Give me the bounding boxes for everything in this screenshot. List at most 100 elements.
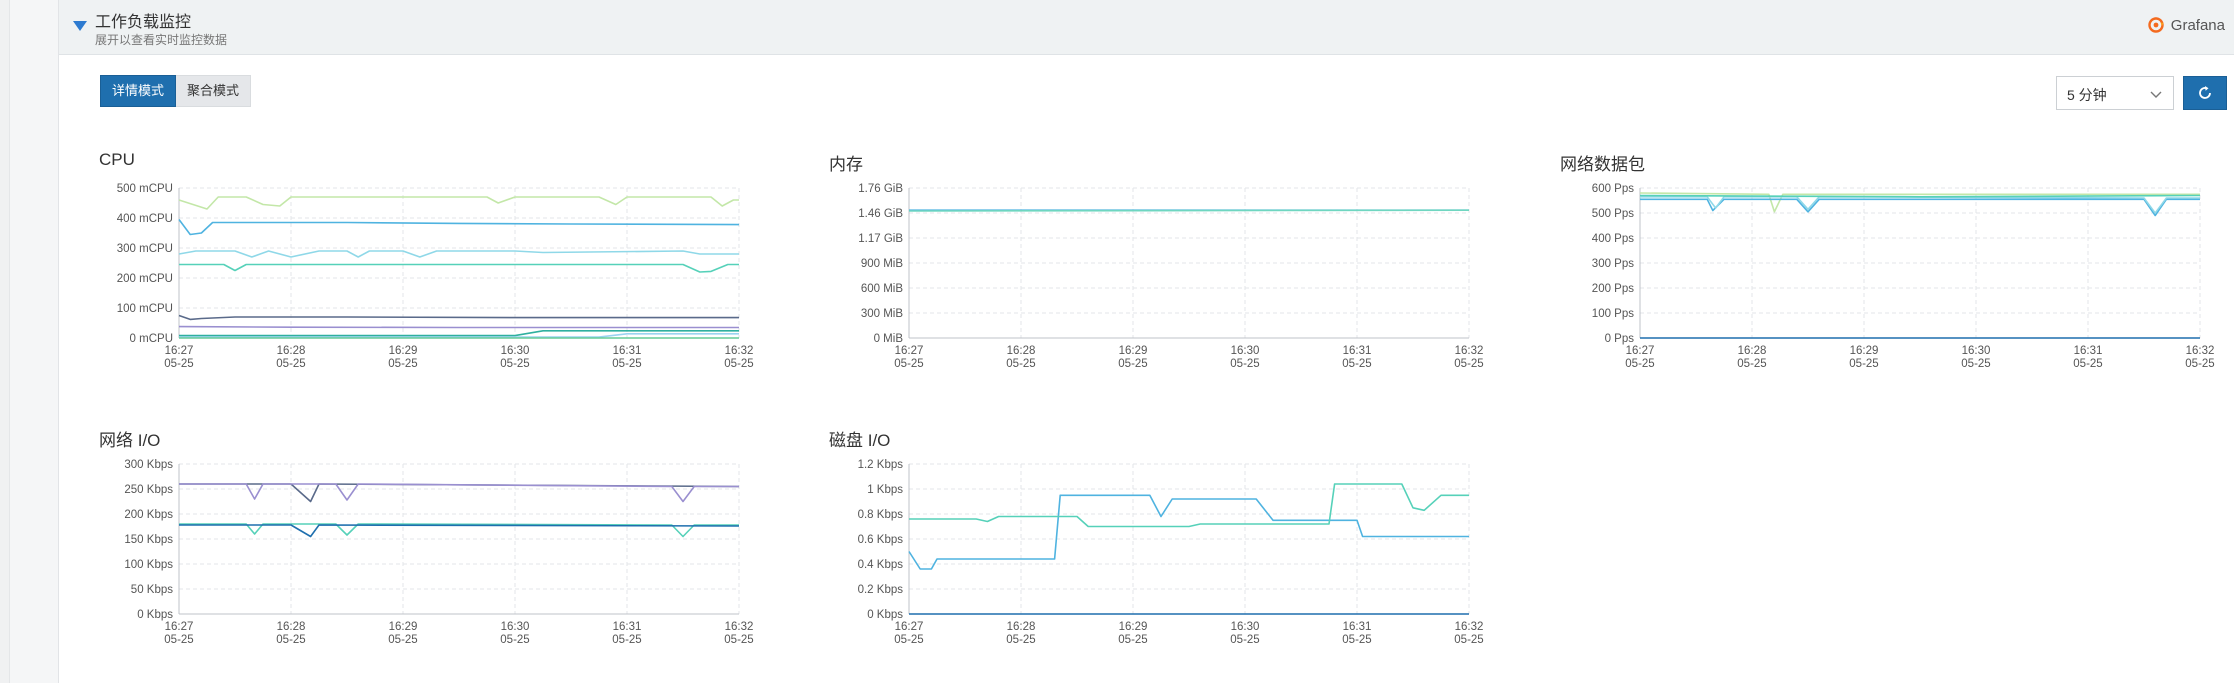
chart-svg-network-io: 0 Kbps 50 Kbps 100 Kbps 150 Kbps 200 Kbps 250… (124, 459, 754, 646)
y-tick-label: 1.46 GiB (858, 208, 903, 220)
x-tick-date: 05-25 (388, 358, 417, 370)
chart-svg-disk-io: 0 Kbps 0.2 Kbps 0.4 Kbps 0.6 Kbps 0.8 Kbps 1 … (858, 459, 1484, 646)
x-tick-date: 05-25 (500, 358, 529, 370)
y-tick-label: 200 mCPU (117, 273, 173, 285)
chart-svg-cpu: 0 mCPU 100 mCPU 200 mCPU 300 mCPU 400 mCPU 50… (117, 183, 754, 370)
x-tick-date: 05-25 (276, 634, 305, 646)
x-tick-date: 05-25 (1118, 634, 1147, 646)
x-tick-time: 16:27 (895, 345, 924, 357)
y-tick-label: 200 Pps (1592, 283, 1634, 295)
x-tick-date: 05-25 (612, 634, 641, 646)
x-tick-date: 05-25 (1625, 358, 1654, 370)
x-tick-time: 16:28 (1007, 621, 1036, 633)
y-tick-label: 300 mCPU (117, 243, 173, 255)
x-tick-time: 16:31 (613, 621, 642, 633)
view-mode-toggle: 详情模式 聚合模式 (100, 75, 252, 107)
y-tick-label: 100 mCPU (117, 303, 173, 315)
y-tick-label: 300 Pps (1592, 258, 1634, 270)
x-tick-time: 16:29 (1119, 345, 1148, 357)
series-line-1 (908, 494, 1469, 570)
x-tick-date: 05-25 (1230, 634, 1259, 646)
series-line-2 (179, 483, 739, 503)
chevron-down-icon (2150, 91, 2162, 98)
y-tick-label: 100 Kbps (124, 559, 173, 571)
x-tick-date: 05-25 (500, 634, 529, 646)
x-tick-date: 05-25 (724, 634, 753, 646)
x-tick-date: 05-25 (388, 634, 417, 646)
x-tick-time: 16:28 (1007, 345, 1036, 357)
x-tick-time: 16:29 (1850, 345, 1879, 357)
x-tick-time: 16:27 (895, 621, 924, 633)
series-line-3 (178, 250, 739, 258)
panel-subtitle: 展开以查看实时监控数据 (95, 33, 228, 47)
x-tick-time: 16:31 (1343, 621, 1372, 633)
x-tick-time: 16:28 (277, 345, 306, 357)
refresh-icon (2199, 86, 2211, 99)
x-tick-time: 16:29 (1119, 621, 1148, 633)
series-line-2 (908, 209, 1470, 212)
x-tick-time: 16:28 (277, 621, 306, 633)
aggregate-mode-button[interactable]: 聚合模式 (176, 75, 252, 107)
y-tick-label: 400 mCPU (117, 213, 173, 225)
x-tick-time: 16:32 (1455, 345, 1484, 357)
x-tick-date: 05-25 (1454, 634, 1483, 646)
series-line-2 (909, 483, 1469, 528)
y-tick-label: 300 MiB (861, 308, 904, 320)
y-tick-label: 0.4 Kbps (858, 559, 904, 571)
chart-svg-memory: 0 MiB 300 MiB 600 MiB 900 MiB 1.17 GiB 1.46 G… (858, 183, 1484, 370)
time-range-value: 5 分钟 (2067, 87, 2107, 103)
y-tick-label: 0.8 Kbps (858, 509, 904, 521)
x-tick-date: 05-25 (1006, 634, 1035, 646)
x-tick-date: 05-25 (612, 358, 641, 370)
x-tick-time: 16:32 (725, 345, 754, 357)
detail-mode-button[interactable]: 详情模式 (100, 75, 177, 107)
y-tick-label: 1.17 GiB (858, 233, 903, 245)
x-tick-date: 05-25 (164, 358, 193, 370)
y-tick-label: 100 Pps (1592, 308, 1634, 320)
y-tick-label: 0 MiB (874, 333, 904, 345)
y-tick-label: 150 Kbps (124, 534, 173, 546)
x-tick-time: 16:30 (501, 345, 530, 357)
series-line-4 (179, 263, 739, 273)
x-tick-date: 05-25 (894, 358, 923, 370)
y-tick-label: 500 Pps (1592, 208, 1634, 220)
y-tick-label: 0 mCPU (130, 333, 173, 345)
x-tick-time: 16:31 (1343, 345, 1372, 357)
panel-title: 工作负载监控 (95, 14, 192, 31)
x-tick-time: 16:29 (389, 345, 418, 357)
refresh-button[interactable] (2183, 76, 2227, 110)
series-line-4 (1639, 194, 2201, 198)
grafana-label: Grafana (2170, 16, 2225, 34)
x-tick-time: 16:32 (1455, 621, 1484, 633)
chart-title-disk-io: 磁盘 I/O (829, 431, 891, 450)
x-tick-date: 05-25 (724, 358, 753, 370)
x-tick-date: 05-25 (1454, 358, 1483, 370)
y-tick-label: 400 Pps (1592, 233, 1634, 245)
y-tick-label: 0.2 Kbps (858, 584, 904, 596)
x-tick-date: 05-25 (1230, 358, 1259, 370)
y-tick-label: 600 MiB (861, 283, 904, 295)
x-tick-date: 05-25 (1006, 358, 1035, 370)
chart-title-cpu: CPU (99, 150, 135, 169)
x-tick-date: 05-25 (1961, 358, 1990, 370)
x-tick-time: 16:28 (1738, 345, 1767, 357)
workload-monitor-panel: 工作负载监控 展开以查看实时监控数据 Grafana 详情模式 聚合模式 5 分… (58, 0, 2234, 683)
time-range-select[interactable]: 5 分钟 (2056, 76, 2174, 110)
x-tick-time: 16:31 (2074, 345, 2103, 357)
x-tick-time: 16:29 (389, 621, 418, 633)
y-tick-label: 1.76 GiB (858, 183, 903, 195)
left-gutter (0, 0, 10, 683)
y-tick-label: 300 Kbps (124, 459, 173, 471)
series-line-4 (179, 524, 740, 538)
x-tick-date: 05-25 (1118, 358, 1147, 370)
panel-header[interactable]: 工作负载监控 展开以查看实时监控数据 Grafana (59, 0, 2234, 55)
x-tick-date: 05-25 (276, 358, 305, 370)
y-tick-label: 900 MiB (861, 258, 904, 270)
triangle-down-icon[interactable] (73, 21, 87, 31)
x-tick-time: 16:32 (725, 621, 754, 633)
y-tick-label: 250 Kbps (124, 484, 173, 496)
grafana-link[interactable]: Grafana (2147, 16, 2225, 34)
x-tick-date: 05-25 (894, 634, 923, 646)
y-tick-label: 50 Kbps (131, 584, 173, 596)
x-tick-time: 16:30 (501, 621, 530, 633)
